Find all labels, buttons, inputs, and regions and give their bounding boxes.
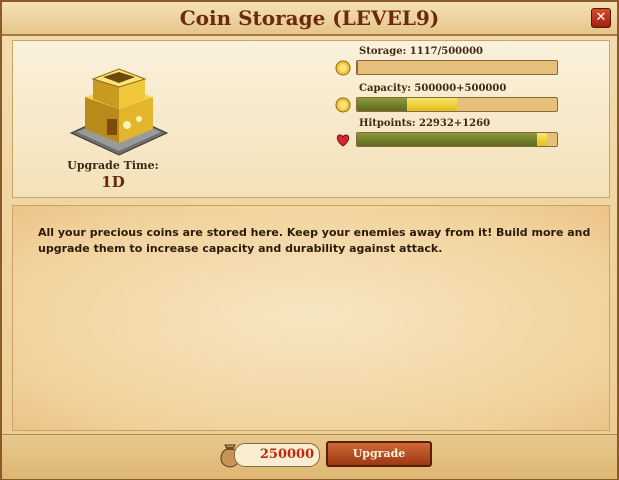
storage-label: Storage: 1117/500000	[359, 46, 484, 57]
cost-box: 250000	[234, 443, 320, 467]
description-panel: All your precious coins are stored here.…	[12, 205, 610, 431]
coin-storage-building-icon	[69, 68, 169, 156]
coin-icon	[335, 97, 351, 113]
coin-icon	[335, 60, 351, 76]
cost-value: 250000	[259, 447, 315, 462]
close-icon: ✕	[595, 10, 607, 25]
capacity-bar	[356, 97, 558, 112]
hitpoints-bar-bonus	[537, 133, 547, 146]
description-text: All your precious coins are stored here.…	[38, 226, 591, 255]
title-bar: Coin Storage (LEVEL9) ✕	[2, 2, 617, 36]
upgrade-time-value: 1D	[101, 173, 125, 191]
close-button[interactable]: ✕	[591, 8, 611, 28]
capacity-bar-bonus	[407, 98, 457, 111]
storage-bar	[356, 60, 558, 75]
upgrade-button[interactable]: Upgrade	[326, 441, 432, 467]
heart-icon	[336, 134, 350, 147]
footer: 250000 Upgrade	[2, 434, 617, 479]
coin-storage-window: Coin Storage (LEVEL9) ✕ Upgrade Time: 1D…	[0, 0, 619, 480]
window-title: Coin Storage (LEVEL9)	[179, 6, 440, 30]
capacity-bar-fill	[357, 98, 407, 111]
capacity-label: Capacity: 500000+500000	[359, 83, 507, 94]
hitpoints-label: Hitpoints: 22932+1260	[359, 118, 491, 129]
info-panel: Upgrade Time: 1D Storage: 1117/500000 Ca…	[12, 40, 610, 198]
upgrade-time-label: Upgrade Time:	[67, 159, 159, 172]
hitpoints-bar	[356, 132, 558, 147]
hitpoints-bar-fill	[357, 133, 537, 146]
